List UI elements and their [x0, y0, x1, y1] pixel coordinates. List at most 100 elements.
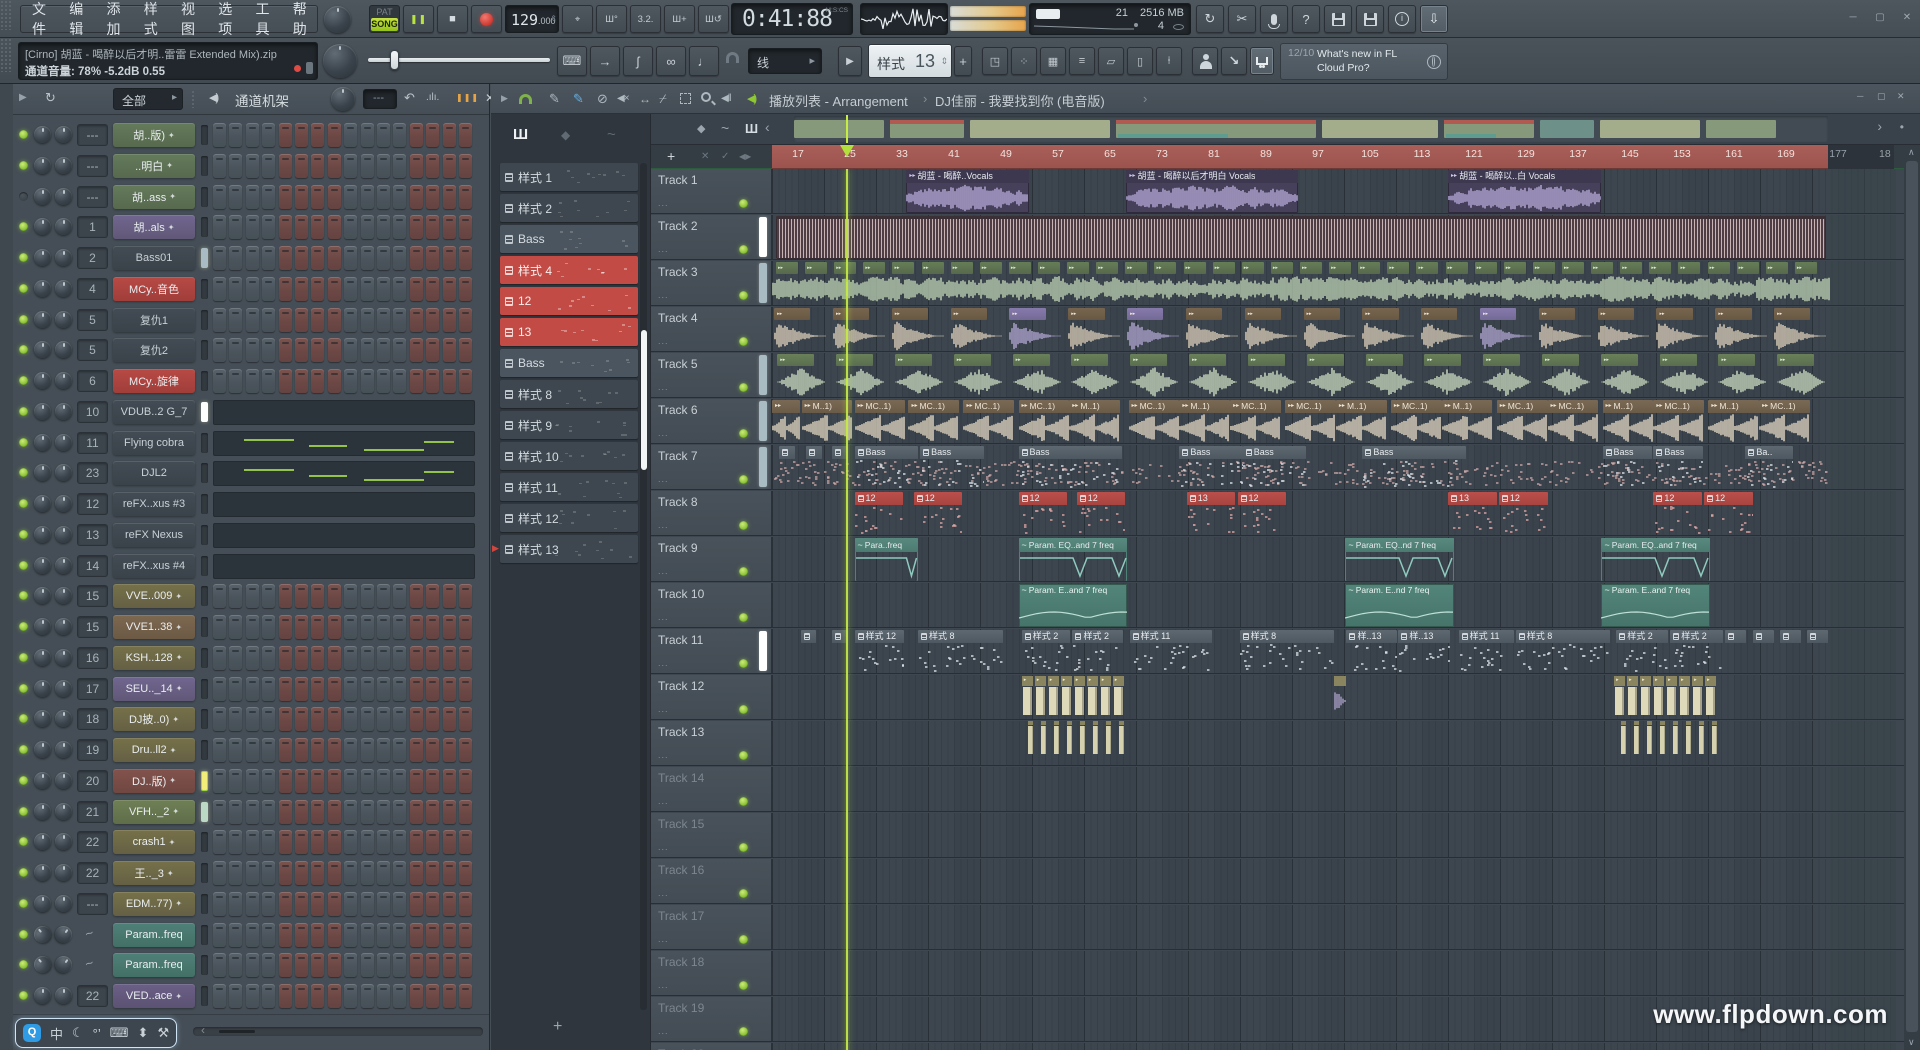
- channel-selector-led[interactable]: [201, 463, 208, 483]
- download-button[interactable]: ⇩: [1420, 5, 1448, 33]
- step-button[interactable]: [361, 123, 374, 147]
- picker-patterns-tab[interactable]: Ш: [513, 126, 528, 143]
- channel-pan-knob[interactable]: [31, 922, 55, 946]
- channel-selector-led[interactable]: [201, 863, 208, 883]
- channel-button[interactable]: MCy..音色: [113, 277, 195, 301]
- step-button[interactable]: [311, 338, 324, 362]
- channel-selector-led[interactable]: [201, 740, 208, 760]
- step-button[interactable]: [246, 584, 259, 608]
- cr-undo-icon[interactable]: ↶: [404, 90, 415, 106]
- countdown-button[interactable]: 3.2.: [630, 5, 661, 33]
- step-button[interactable]: [262, 246, 275, 270]
- pattern-clip[interactable]: 样式 11: [1130, 630, 1213, 673]
- step-button[interactable]: [295, 800, 308, 824]
- track-led[interactable]: [739, 1027, 748, 1036]
- step-button[interactable]: [229, 123, 242, 147]
- step-button[interactable]: [328, 800, 341, 824]
- pl-maximize-button[interactable]: ▢: [1877, 91, 1886, 102]
- step-button[interactable]: [344, 738, 357, 762]
- step-button[interactable]: [311, 615, 324, 639]
- audio-clip-key[interactable]: ▸: [1705, 676, 1716, 716]
- pl-magnet-icon[interactable]: [519, 94, 532, 104]
- step-button[interactable]: [328, 277, 341, 301]
- step-button[interactable]: [426, 953, 439, 977]
- audio-clip-tab[interactable]: ▸▸: [1620, 262, 1642, 274]
- pl-draw-icon[interactable]: ✎: [549, 91, 560, 107]
- audio-clip-chop[interactable]: ▸▸MC..1): [1129, 400, 1180, 443]
- pattern-clip[interactable]: 12: [1499, 492, 1548, 535]
- smart-button[interactable]: °’: [93, 1026, 101, 1041]
- audio-clip-tab[interactable]: ▸▸: [1504, 262, 1526, 274]
- typing-keyboard-button[interactable]: ⌨: [557, 46, 587, 76]
- track-header[interactable]: Track 13...: [651, 721, 772, 765]
- corner-audio-tab[interactable]: ◆: [697, 122, 705, 135]
- channel-number[interactable]: 22: [77, 862, 108, 884]
- channel-number[interactable]: 4: [77, 278, 108, 300]
- step-button[interactable]: [393, 953, 406, 977]
- step-button[interactable]: [213, 707, 226, 731]
- ruler-red-zone[interactable]: 1725334149576573818997105113121129137145…: [772, 145, 1828, 169]
- step-button[interactable]: [279, 707, 292, 731]
- step-button[interactable]: [279, 830, 292, 854]
- step-button[interactable]: [279, 923, 292, 947]
- audio-clip-hit[interactable]: ▸▸: [1068, 308, 1120, 351]
- audio-clip-burst[interactable]: ▸▸: [954, 354, 1003, 397]
- audio-clip-chop[interactable]: ▸▸M..1): [1069, 400, 1120, 443]
- step-button[interactable]: [443, 800, 456, 824]
- channel-pan-knob[interactable]: [34, 157, 51, 174]
- pl-v-scrollbar[interactable]: ∧∨: [1904, 145, 1920, 1050]
- pause-button[interactable]: ❚❚: [403, 5, 434, 33]
- audio-clip[interactable]: ▸▸胡蓝 - 喝醉以..白 Vocals: [1448, 170, 1601, 213]
- channel-volume-knob[interactable]: [55, 587, 72, 604]
- step-button[interactable]: [443, 646, 456, 670]
- audio-clip-hit[interactable]: ▸▸: [951, 308, 1003, 351]
- tools-button[interactable]: ⚒: [157, 1025, 169, 1041]
- piano-roll-preview[interactable]: [213, 461, 475, 486]
- track-lane[interactable]: [772, 859, 1896, 903]
- step-button[interactable]: [279, 677, 292, 701]
- step-button[interactable]: [328, 677, 341, 701]
- menu-item-0[interactable]: 文件: [32, 0, 56, 39]
- pattern-clip[interactable]: Bass: [1179, 446, 1242, 489]
- step-button[interactable]: [344, 984, 357, 1008]
- step-button[interactable]: [410, 584, 423, 608]
- step-button[interactable]: [344, 892, 357, 916]
- pattern-clip[interactable]: 样式 8: [918, 630, 1003, 673]
- step-button[interactable]: [328, 892, 341, 916]
- step-button[interactable]: [295, 215, 308, 239]
- channel-volume-knob[interactable]: [55, 649, 72, 666]
- channel-volume-knob[interactable]: [55, 188, 72, 205]
- step-button[interactable]: [279, 123, 292, 147]
- automation-clip[interactable]: ~Para..freq: [855, 538, 918, 581]
- step-button[interactable]: [377, 984, 390, 1008]
- pattern-clip[interactable]: Bass: [920, 446, 983, 489]
- step-button[interactable]: [213, 984, 226, 1008]
- audio-tail-bar[interactable]: [1067, 726, 1072, 754]
- audio-clip-tab[interactable]: ▸▸: [951, 262, 973, 274]
- step-button[interactable]: [279, 984, 292, 1008]
- step-button[interactable]: [229, 646, 242, 670]
- save-button[interactable]: [1324, 5, 1352, 33]
- step-button[interactable]: [410, 677, 423, 701]
- menu-item-1[interactable]: 编辑: [69, 0, 93, 39]
- pl-slip-icon[interactable]: ↔: [639, 92, 651, 106]
- step-button[interactable]: [361, 584, 374, 608]
- step-button[interactable]: [459, 953, 472, 977]
- channel-button[interactable]: DJ披..0)✦: [113, 707, 195, 731]
- channel-button[interactable]: 王.._3✦: [113, 861, 195, 885]
- audio-clip-burst[interactable]: ▸▸: [1483, 354, 1532, 397]
- channel-number[interactable]: 5: [77, 309, 108, 331]
- audio-clip-hit[interactable]: ▸▸: [833, 308, 885, 351]
- corner-automation-tab[interactable]: ~: [721, 120, 729, 136]
- pl-paint-icon[interactable]: ✎: [573, 91, 584, 107]
- swap-button[interactable]: ⬍: [138, 1025, 149, 1041]
- channel-button[interactable]: reFX Nexus: [113, 523, 195, 547]
- step-button[interactable]: [295, 923, 308, 947]
- step-button[interactable]: [213, 646, 226, 670]
- pl-mute-icon[interactable]: ◀×: [617, 93, 629, 104]
- step-button[interactable]: [213, 892, 226, 916]
- track-header[interactable]: Track 3...: [651, 261, 772, 305]
- channel-volume-knob[interactable]: [55, 434, 72, 451]
- automation-clip[interactable]: ~Param. EQ..and 7 freq: [1019, 538, 1128, 581]
- step-button[interactable]: [426, 185, 439, 209]
